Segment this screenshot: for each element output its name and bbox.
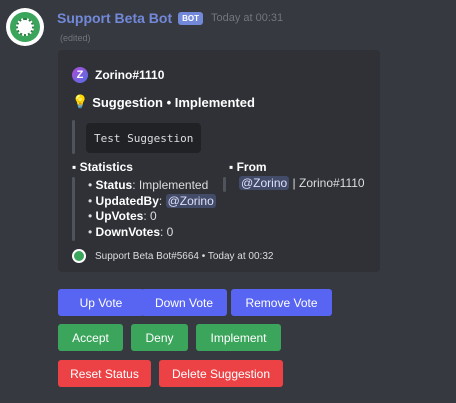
bot-message: Support Beta Bot BOT Today at 00:31 (edi… — [0, 0, 456, 403]
from-value: @Zorino | Zorino#1110 — [239, 176, 365, 190]
reset-status-button[interactable]: Reset Status — [58, 360, 151, 387]
edited-label: (edited) — [60, 33, 91, 43]
stat-status-label: Status — [95, 178, 133, 192]
deny-button[interactable]: Deny — [131, 324, 188, 351]
from-user-tag: | Zorino#1110 — [289, 176, 365, 190]
from-user-mention[interactable]: @Zorino — [239, 176, 290, 190]
bot-avatar[interactable] — [6, 8, 44, 46]
username[interactable]: Support Beta Bot — [57, 10, 172, 26]
down-vote-button[interactable]: Down Vote — [141, 289, 227, 316]
user-mention[interactable]: @Zorino — [165, 194, 216, 208]
remove-vote-button[interactable]: Remove Vote — [231, 289, 332, 316]
description-codeblock: Test Suggestion — [86, 123, 202, 153]
description-quote-bar — [72, 120, 75, 154]
footer-bot-avatar-icon — [72, 249, 86, 263]
footer-text: Support Beta Bot#5664 • Today at 00:32 — [95, 250, 274, 262]
embed-title: 💡 Suggestion • Implemented — [72, 94, 255, 110]
lightbulb-icon: 💡 — [72, 94, 89, 109]
message-header: Support Beta Bot BOT Today at 00:31 — [57, 9, 283, 27]
from-quote-bar — [223, 177, 226, 192]
embed-title-text: Suggestion • Implemented — [92, 94, 255, 110]
suggestion-text: Test Suggestion — [94, 131, 194, 145]
stat-downvotes-label: DownVotes — [95, 225, 160, 239]
implement-button[interactable]: Implement — [196, 324, 281, 351]
stat-downvotes-value: : 0 — [160, 225, 174, 239]
up-vote-button[interactable]: Up Vote — [58, 289, 144, 316]
field-statistics-name: ▪ Statistics — [72, 160, 133, 174]
stat-upvotes-value: : 0 — [143, 209, 157, 223]
stat-updatedby-label: UpdatedBy — [95, 194, 159, 208]
stat-status-value: : Implemented — [132, 178, 209, 192]
accept-button[interactable]: Accept — [58, 324, 123, 351]
stat-updatedby: • UpdatedBy: @Zorino — [88, 194, 216, 208]
suggestion-embed: Z Zorino#1110 💡 Suggestion • Implemented… — [58, 50, 380, 272]
stat-downvotes: • DownVotes: 0 — [88, 225, 174, 239]
avatar-ring — [10, 12, 40, 42]
timestamp: Today at 00:31 — [211, 12, 284, 24]
stat-status: • Status: Implemented — [88, 178, 209, 192]
stat-upvotes-label: UpVotes — [95, 209, 144, 223]
author-avatar-icon: Z — [72, 67, 88, 83]
delete-suggestion-button[interactable]: Delete Suggestion — [159, 360, 283, 387]
statistics-quote-bar — [72, 177, 75, 241]
bot-badge: BOT — [178, 11, 203, 25]
avatar-cookie-icon — [16, 18, 34, 36]
stat-upvotes: • UpVotes: 0 — [88, 209, 157, 223]
embed-author: Z Zorino#1110 — [72, 67, 164, 83]
stat-updatedby-sep: : — [158, 194, 166, 208]
embed-author-name: Zorino#1110 — [95, 68, 165, 82]
field-from-name: ▪ From — [229, 160, 267, 174]
embed-footer: Support Beta Bot#5664 • Today at 00:32 — [72, 249, 273, 263]
